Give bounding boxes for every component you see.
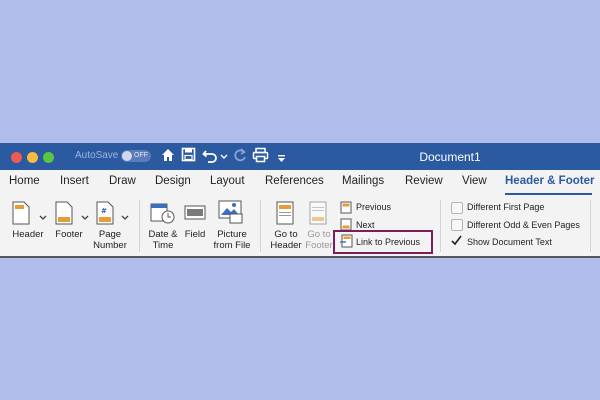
go-header-label-line2: Header: [270, 240, 302, 251]
tab-draw[interactable]: Draw: [109, 175, 136, 187]
previous-button[interactable]: Previous: [356, 202, 391, 212]
footer-button[interactable]: Footer: [51, 229, 87, 240]
go-to-header-icon[interactable]: [276, 201, 294, 230]
picture-from-file-button[interactable]: Picture from File: [211, 229, 253, 251]
page-number-label-line2: Number: [93, 240, 127, 251]
footer-page-icon[interactable]: [55, 201, 73, 230]
ribbon-separator: [440, 200, 441, 252]
tab-home[interactable]: Home: [9, 175, 40, 187]
go-to-header-button[interactable]: Go to Header: [268, 229, 304, 251]
tab-references[interactable]: References: [265, 175, 324, 187]
active-tab-indicator: [505, 193, 592, 195]
link-to-previous-highlight-box: [333, 230, 433, 254]
tab-insert[interactable]: Insert: [60, 175, 89, 187]
tab-design[interactable]: Design: [155, 175, 191, 187]
go-to-footer-icon[interactable]: [309, 201, 327, 230]
ribbon-separator: [590, 200, 591, 252]
picture-label-line1: Picture: [217, 229, 247, 240]
ribbon-separator: [139, 200, 140, 252]
ribbon-separator: [260, 200, 261, 252]
different-odd-even-label: Different Odd & Even Pages: [467, 220, 580, 230]
footer-label: Footer: [55, 229, 83, 240]
page-number-button[interactable]: Page Number: [88, 229, 132, 251]
header-dropdown-chevron-icon[interactable]: [39, 208, 47, 226]
different-first-page-checkbox[interactable]: [451, 202, 463, 214]
word-window: AutoSave OFF Document1 Home Insert Draw …: [0, 143, 600, 258]
go-header-label-line1: Go to: [274, 229, 298, 240]
date-time-button[interactable]: Date & Time: [146, 229, 180, 251]
footer-dropdown-chevron-icon[interactable]: [81, 208, 89, 226]
page-number-label-line1: Page: [98, 229, 122, 240]
go-footer-label-line2: Footer: [305, 240, 333, 251]
go-to-footer-button[interactable]: Go to Footer: [303, 229, 335, 251]
ribbon-header-footer: Header Footer # Page Number Date & Time …: [0, 196, 600, 256]
next-button[interactable]: Next: [356, 220, 375, 230]
different-odd-even-checkbox[interactable]: [451, 219, 463, 231]
svg-text:#: #: [101, 207, 107, 215]
field-icon[interactable]: [184, 205, 206, 226]
title-bar: AutoSave OFF Document1: [0, 143, 600, 170]
tab-view[interactable]: View: [462, 175, 487, 187]
picture-label-line2: from File: [213, 240, 251, 251]
show-document-text-checkmark-icon[interactable]: [450, 234, 463, 252]
picture-from-file-icon[interactable]: [218, 200, 244, 229]
tab-header-footer[interactable]: Header & Footer: [505, 175, 594, 187]
different-first-page-label: Different First Page: [467, 202, 545, 212]
page-number-dropdown-chevron-icon[interactable]: [121, 208, 129, 226]
header-label: Header: [12, 229, 44, 240]
date-time-label-line2: Time: [152, 240, 174, 251]
field-button[interactable]: Field: [181, 229, 209, 240]
document-title: Document1: [419, 150, 481, 164]
tab-mailings[interactable]: Mailings: [342, 175, 384, 187]
page-number-icon[interactable]: #: [96, 201, 114, 230]
go-footer-label-line1: Go to: [307, 229, 331, 240]
ribbon-bottom-border: [0, 256, 600, 258]
header-page-icon[interactable]: [12, 201, 30, 230]
date-time-icon[interactable]: [150, 201, 176, 230]
field-label: Field: [184, 229, 206, 240]
date-time-label-line1: Date &: [148, 229, 178, 240]
tab-layout[interactable]: Layout: [210, 175, 245, 187]
show-document-text-label: Show Document Text: [467, 237, 552, 247]
tab-review[interactable]: Review: [405, 175, 443, 187]
header-button[interactable]: Header: [8, 229, 48, 240]
ribbon-tabs: Home Insert Draw Design Layout Reference…: [0, 170, 600, 196]
previous-section-icon[interactable]: [340, 201, 352, 219]
